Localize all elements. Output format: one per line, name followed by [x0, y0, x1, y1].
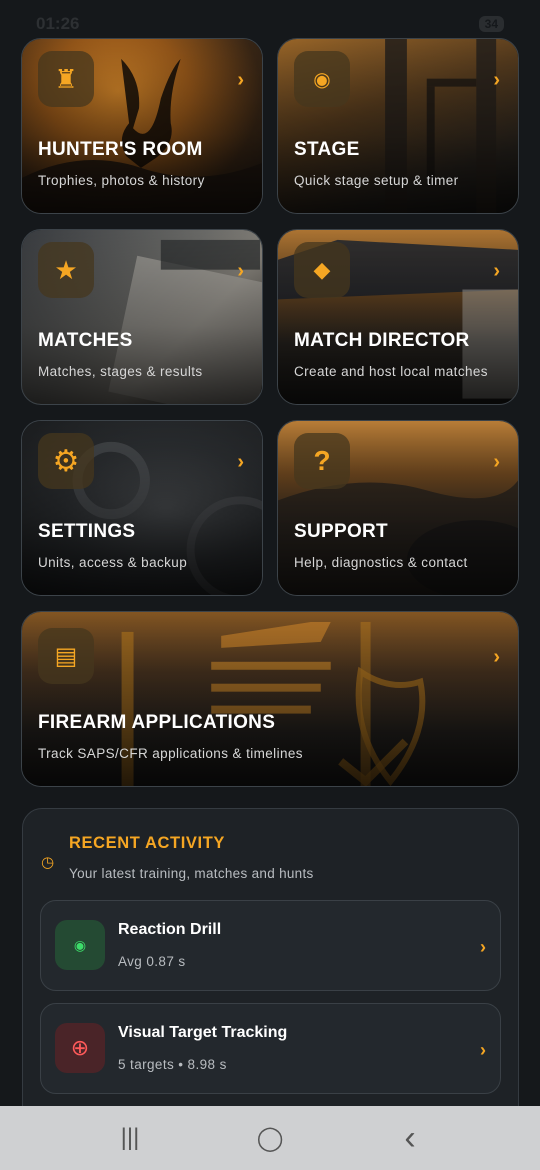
tile-title: FIREARM APPLICATIONS — [38, 712, 276, 733]
activity-title: Reaction Drill — [118, 921, 222, 938]
firearm-applications-tile[interactable]: ▤ › FIREARM APPLICATIONS Track SAPS/CFR … — [21, 611, 519, 787]
chevron-right-icon: › — [493, 260, 500, 282]
match-director-tile[interactable]: ◆ › MATCH DIRECTOR Create and host local… — [277, 229, 519, 405]
help-icon: ? — [294, 433, 350, 489]
status-icons: 34 — [478, 16, 504, 32]
activity-title: Visual Target Tracking — [118, 1024, 288, 1041]
activity-row-visual-target-tracking[interactable]: ⊕ Visual Target Tracking 5 targets • 8.9… — [40, 1003, 501, 1094]
crosshair-icon: ⊕ — [55, 1023, 105, 1073]
tile-subtitle: Track SAPS/CFR applications & timelines — [38, 746, 303, 761]
chevron-right-icon: › — [480, 1040, 486, 1060]
activity-subtitle: Avg 0.87 s — [118, 954, 186, 969]
diamond-icon: ◆ — [294, 242, 350, 298]
gear-icon: ⚙ — [38, 433, 94, 489]
tile-subtitle: Quick stage setup & timer — [294, 173, 459, 188]
tile-title: HUNTER'S ROOM — [38, 139, 203, 160]
recent-activity-card: ◷ RECENT ACTIVITY Your latest training, … — [22, 808, 519, 1146]
system-navigation-bar: ||| ◯ ‹ — [0, 1106, 540, 1170]
tile-title: STAGE — [294, 139, 360, 160]
hunters-room-tile[interactable]: ♜ › HUNTER'S ROOM Trophies, photos & his… — [21, 38, 263, 214]
support-tile[interactable]: ? › SUPPORT Help, diagnostics & contact — [277, 420, 519, 596]
target-icon: ◉ — [294, 51, 350, 107]
star-icon: ★ — [38, 242, 94, 298]
chevron-right-icon: › — [237, 69, 244, 91]
battery-icon: 34 — [478, 16, 504, 32]
reaction-drill-icon: ◉ — [55, 920, 105, 970]
tile-subtitle: Matches, stages & results — [38, 364, 203, 379]
chevron-right-icon: › — [480, 937, 486, 957]
back-button[interactable]: ‹ — [380, 1119, 440, 1158]
recent-activity-title: RECENT ACTIVITY — [69, 834, 225, 852]
chevron-right-icon: › — [493, 451, 500, 473]
tile-title: SUPPORT — [294, 521, 388, 542]
tile-subtitle: Help, diagnostics & contact — [294, 555, 468, 570]
chevron-right-icon: › — [237, 260, 244, 282]
clock-icon: ◷ — [41, 854, 55, 871]
tile-title: MATCHES — [38, 330, 133, 351]
tile-subtitle: Create and host local matches — [294, 364, 488, 379]
home-button[interactable]: ◯ — [240, 1124, 300, 1153]
activity-row-reaction-drill[interactable]: ◉ Reaction Drill Avg 0.87 s › — [40, 900, 501, 991]
status-time: 01:26 — [36, 14, 80, 33]
stage-tile[interactable]: ◉ › STAGE Quick stage setup & timer — [277, 38, 519, 214]
settings-tile[interactable]: ⚙ › SETTINGS Units, access & backup — [21, 420, 263, 596]
tile-subtitle: Trophies, photos & history — [38, 173, 205, 188]
chevron-right-icon: › — [493, 646, 500, 668]
tile-title: MATCH DIRECTOR — [294, 330, 470, 351]
matches-tile[interactable]: ★ › MATCHES Matches, stages & results — [21, 229, 263, 405]
trophy-icon: ♜ — [38, 51, 94, 107]
recent-activity-subtitle: Your latest training, matches and hunts — [69, 866, 314, 881]
tile-title: SETTINGS — [38, 521, 136, 542]
chevron-right-icon: › — [493, 69, 500, 91]
recents-button[interactable]: ||| — [100, 1124, 160, 1152]
document-icon: ▤ — [38, 628, 94, 684]
tile-subtitle: Units, access & backup — [38, 555, 188, 570]
chevron-right-icon: › — [237, 451, 244, 473]
activity-subtitle: 5 targets • 8.98 s — [118, 1057, 227, 1072]
